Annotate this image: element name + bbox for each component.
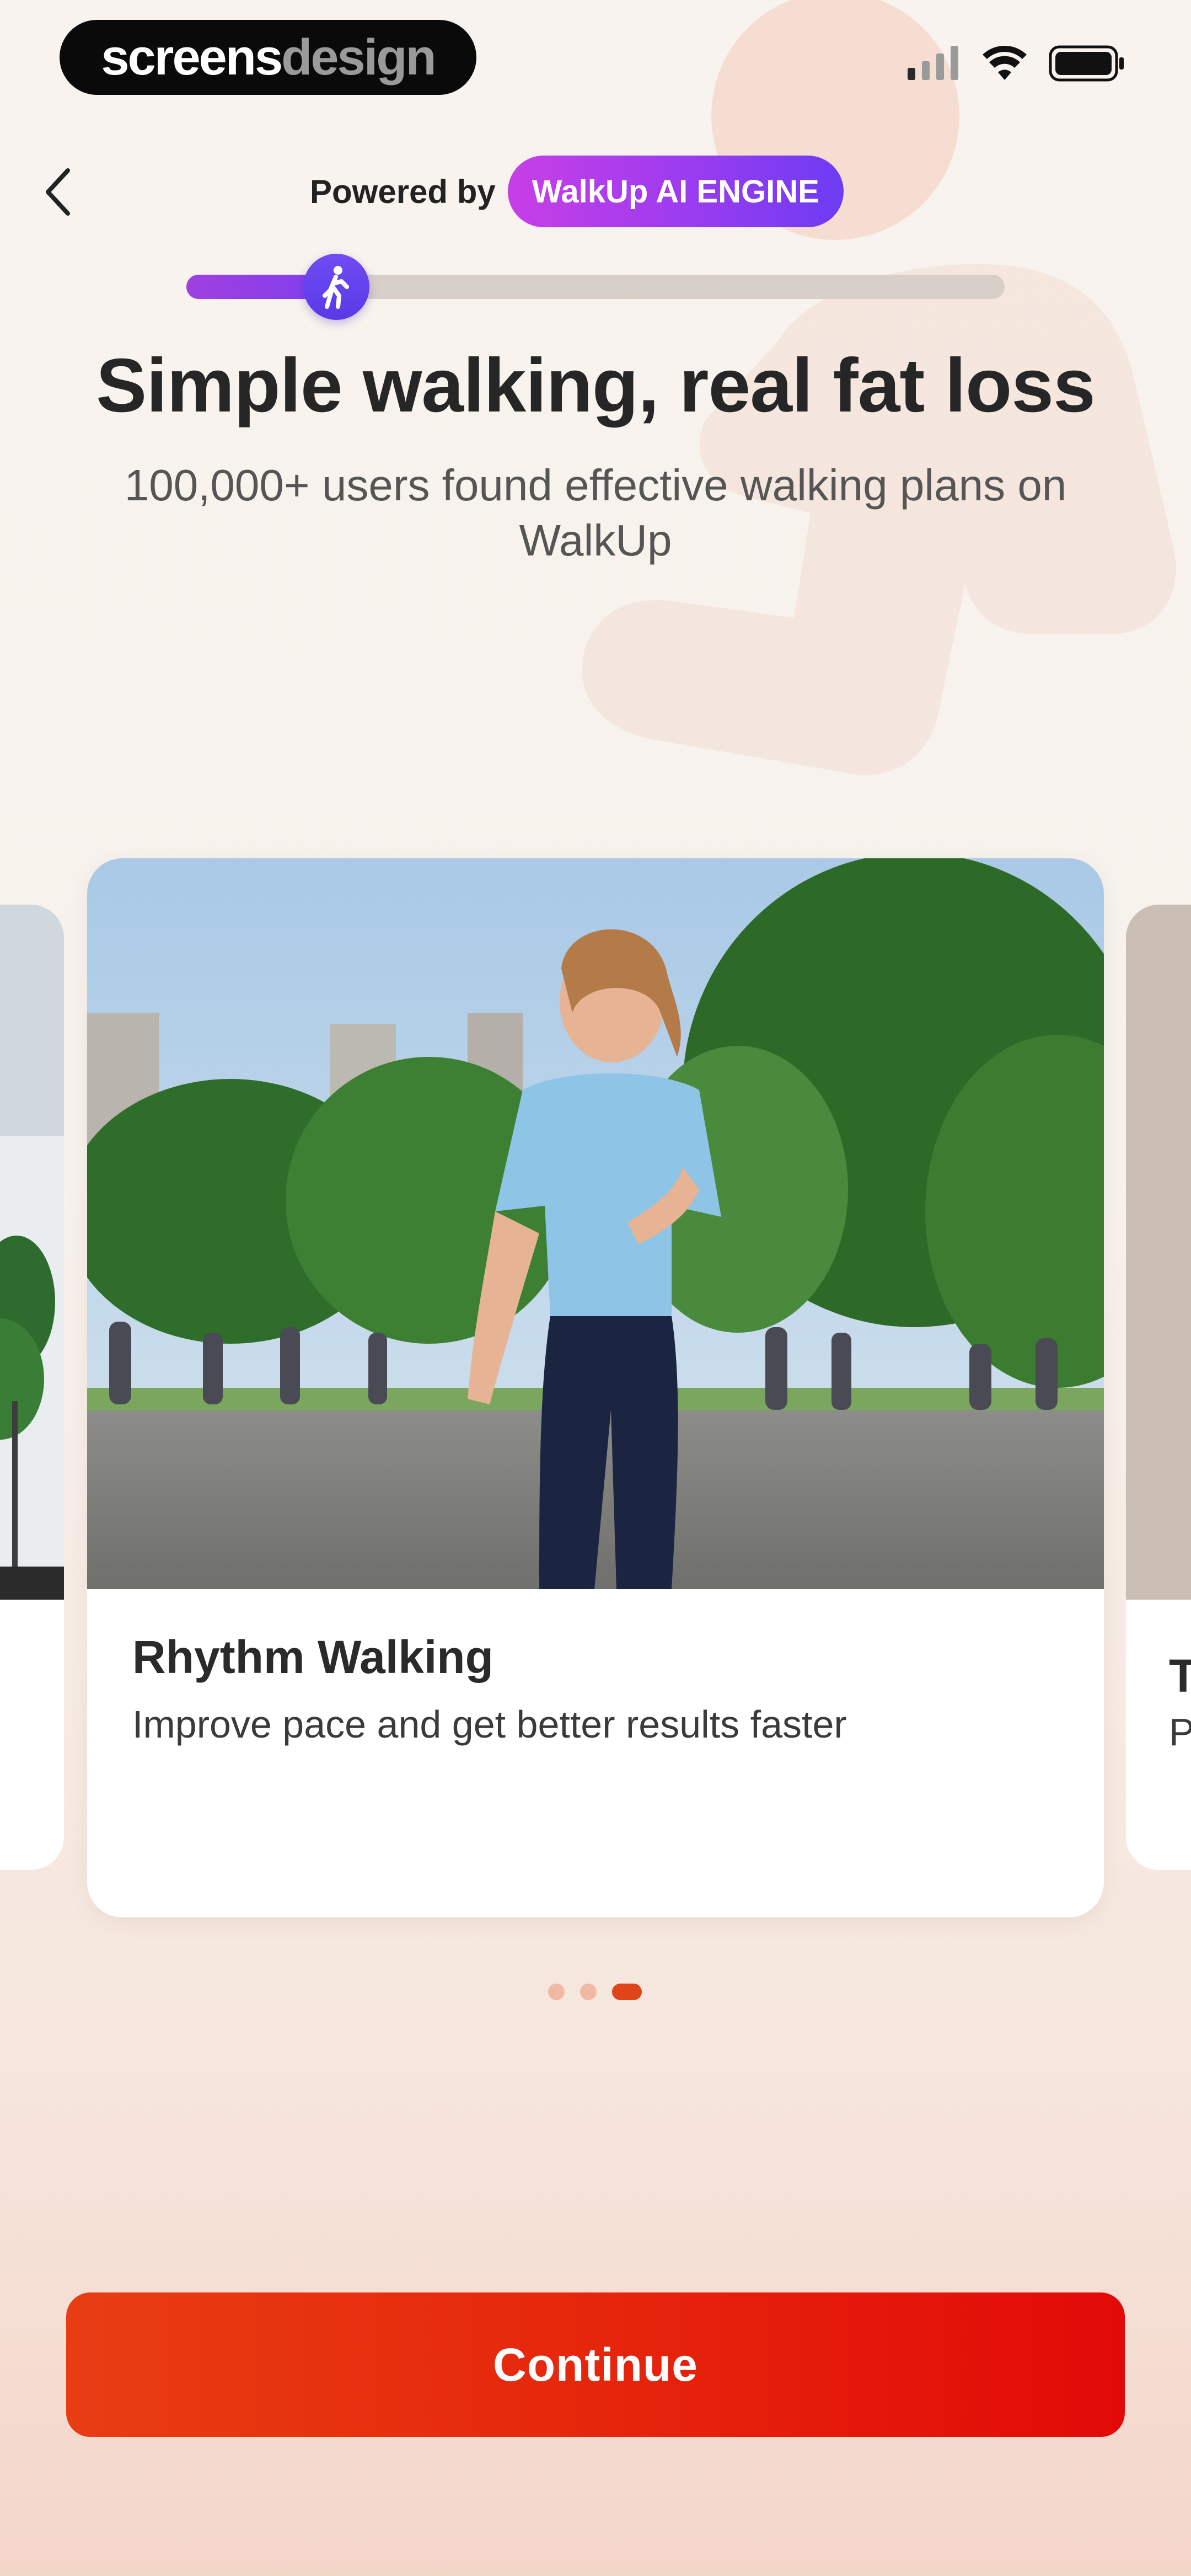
wifi-icon bbox=[983, 46, 1027, 80]
cellular-signal-icon bbox=[908, 46, 958, 80]
chevron-left-icon bbox=[46, 168, 70, 216]
pagination-dot[interactable] bbox=[580, 1984, 597, 2000]
carousel-pagination bbox=[548, 1984, 642, 2000]
walking-person-icon bbox=[323, 266, 349, 309]
watermark-part2: design bbox=[281, 29, 436, 85]
carousel-card-next[interactable]: T P bbox=[1126, 905, 1191, 1870]
page-title: Simple walking, real fat loss bbox=[96, 343, 1096, 428]
next-card-title: T bbox=[1169, 1650, 1191, 1702]
card-title: Rhythm Walking bbox=[132, 1631, 493, 1683]
carousel-card-previous[interactable] bbox=[0, 905, 64, 1870]
next-card-photo bbox=[1126, 905, 1191, 1600]
next-card-description: P bbox=[1169, 1711, 1191, 1754]
screensdesign-watermark: screens design bbox=[60, 20, 476, 95]
battery-icon bbox=[1049, 45, 1124, 82]
powered-by: Powered by WalkUp AI ENGINE bbox=[310, 156, 844, 227]
continue-button[interactable]: Continue bbox=[66, 2292, 1125, 2437]
engine-badge: WalkUp AI ENGINE bbox=[507, 156, 844, 227]
powered-by-label: Powered by bbox=[310, 173, 496, 210]
progress-knob bbox=[303, 254, 369, 320]
carousel-card-current[interactable]: Rhythm Walking Improve pace and get bett… bbox=[87, 858, 1104, 1917]
woman-power-walking-in-park-photo bbox=[87, 858, 1104, 1589]
pagination-dot-active[interactable] bbox=[612, 1984, 642, 2000]
status-bar bbox=[908, 45, 1125, 82]
card-description: Improve pace and get better results fast… bbox=[132, 1703, 847, 1746]
watermark-part1: screens bbox=[101, 29, 283, 85]
previous-card-photo bbox=[0, 905, 64, 1600]
pagination-dot[interactable] bbox=[548, 1984, 565, 2000]
page-subtitle: 100,000+ users found effective walking p… bbox=[124, 461, 1067, 565]
back-button[interactable] bbox=[39, 164, 77, 220]
